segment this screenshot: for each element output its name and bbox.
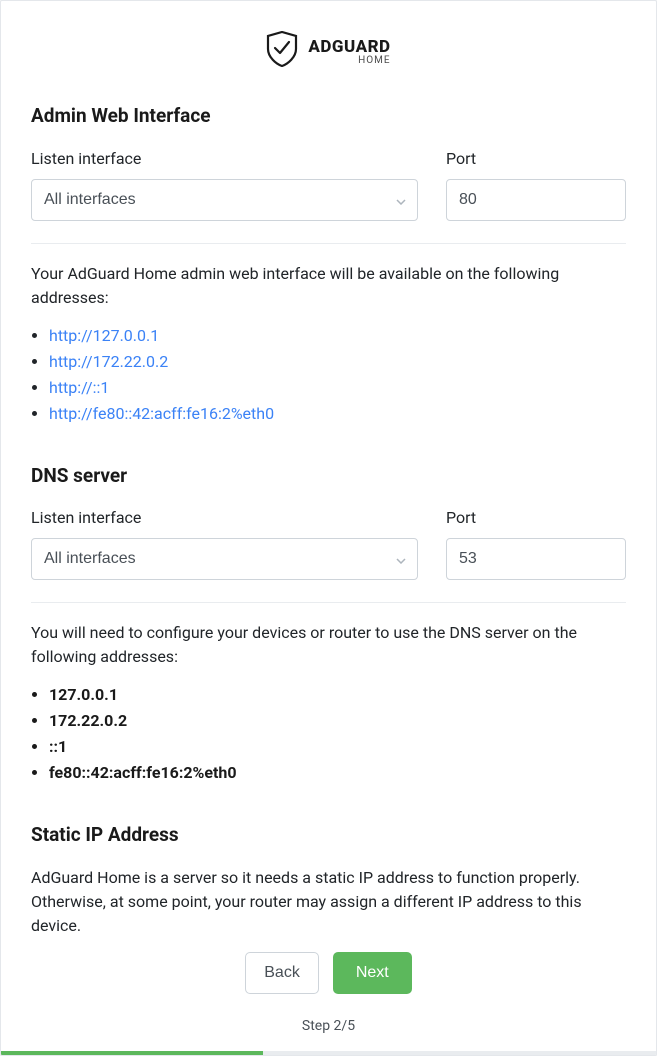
next-button[interactable]: Next	[333, 952, 412, 994]
list-item: http://::1	[49, 376, 626, 400]
web-desc: Your AdGuard Home admin web interface wi…	[31, 262, 626, 310]
web-port-input[interactable]	[446, 179, 626, 221]
progress-bar	[1, 1051, 263, 1055]
step-label: Step 2/5	[31, 1016, 626, 1037]
divider	[31, 243, 626, 244]
dns-address-list: 127.0.0.1172.22.0.2::1fe80::42:acff:fe16…	[31, 683, 626, 785]
web-port-label: Port	[446, 147, 626, 171]
back-button[interactable]: Back	[245, 952, 319, 994]
dns-desc: You will need to configure your devices …	[31, 621, 626, 669]
progress-track	[1, 1051, 656, 1055]
dns-section-title: DNS server	[31, 462, 626, 491]
list-item: http://172.22.0.2	[49, 350, 626, 374]
address-link[interactable]: http://172.22.0.2	[49, 352, 168, 371]
static-desc: AdGuard Home is a server so it needs a s…	[31, 866, 626, 938]
web-listen-select[interactable]: All interfaces	[31, 179, 418, 221]
static-section-title: Static IP Address	[31, 821, 626, 850]
dns-listen-select[interactable]: All interfaces	[31, 538, 418, 580]
list-item: ::1	[49, 735, 626, 759]
logo-text: ADGUARD HOME	[308, 39, 390, 66]
list-item: http://127.0.0.1	[49, 324, 626, 348]
list-item: 172.22.0.2	[49, 709, 626, 733]
web-address-list: http://127.0.0.1 http://172.22.0.2 http://…	[31, 324, 626, 426]
list-item: 127.0.0.1	[49, 683, 626, 707]
logo: ADGUARD HOME	[31, 31, 626, 74]
list-item: fe80::42:acff:fe16:2%eth0	[49, 761, 626, 785]
dns-port-input[interactable]	[446, 538, 626, 580]
dns-listen-label: Listen interface	[31, 506, 418, 530]
web-section-title: Admin Web Interface	[31, 102, 626, 131]
address-link[interactable]: http://127.0.0.1	[49, 326, 159, 345]
address-link[interactable]: http://::1	[49, 378, 109, 397]
dns-port-label: Port	[446, 506, 626, 530]
web-listen-label: Listen interface	[31, 147, 418, 171]
divider	[31, 602, 626, 603]
address-link[interactable]: http://fe80::42:acff:fe16:2%eth0	[49, 404, 274, 423]
shield-icon	[266, 31, 298, 74]
setup-card: ADGUARD HOME Admin Web Interface Listen …	[0, 0, 657, 1056]
list-item: http://fe80::42:acff:fe16:2%eth0	[49, 402, 626, 426]
